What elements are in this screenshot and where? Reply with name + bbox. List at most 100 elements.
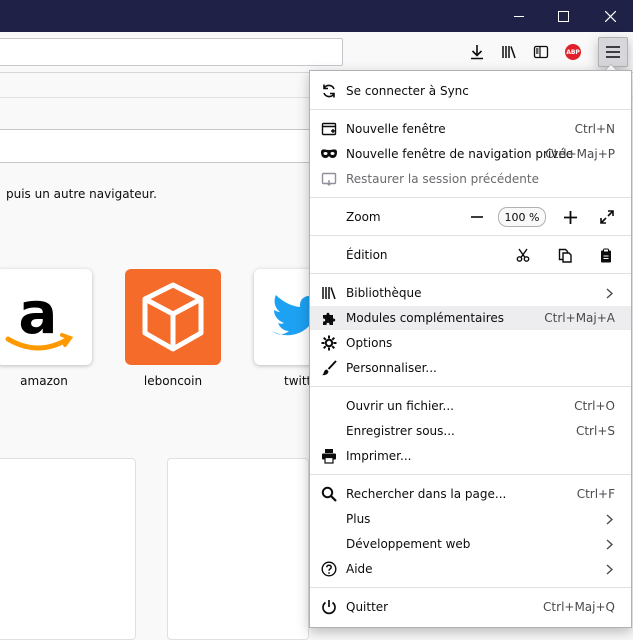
- top-site-tile-amazon[interactable]: a: [0, 269, 92, 365]
- url-bar[interactable]: [0, 38, 343, 66]
- chevron-right-icon: [602, 512, 616, 526]
- paintbrush-icon: [320, 359, 338, 377]
- menu-item-label: Options: [346, 336, 393, 350]
- import-message: puis un autre navigateur.: [6, 187, 157, 201]
- restore-session-icon: [320, 170, 338, 188]
- new-window-icon: [320, 120, 338, 138]
- menu-item-shortcut: Ctrl+N: [574, 122, 615, 136]
- maximize-icon: [557, 10, 569, 22]
- minimize-icon: [514, 15, 524, 17]
- fullscreen-icon: [600, 210, 614, 224]
- library-icon: [320, 284, 338, 302]
- menu-item-help[interactable]: Aide: [310, 557, 631, 581]
- menu-item-shortcut: Ctrl+O: [574, 399, 615, 413]
- menu-item-addons[interactable]: Modules complémentaires Ctrl+Maj+A: [310, 306, 631, 330]
- tile-label-amazon: amazon: [20, 374, 68, 388]
- menu-item-shortcut: Ctrl+Maj+Q: [543, 600, 615, 614]
- menu-item-library[interactable]: Bibliothèque: [310, 281, 631, 305]
- menu-item-shortcut: Ctrl+F: [576, 487, 615, 501]
- menu-separator: [310, 235, 631, 236]
- menu-separator: [310, 109, 631, 110]
- cut-button[interactable]: [513, 245, 533, 265]
- scissors-icon: [516, 248, 530, 262]
- menu-separator: [310, 197, 631, 198]
- maximize-button[interactable]: [540, 0, 586, 32]
- amazon-logo-icon: a: [5, 279, 74, 351]
- chevron-right-icon: [602, 286, 616, 300]
- menu-item-customize[interactable]: Personnaliser...: [310, 356, 631, 380]
- leboncoin-box-icon: [142, 282, 204, 352]
- menu-item-label: Se connecter à Sync: [346, 84, 469, 98]
- plus-icon: [563, 210, 577, 224]
- menu-item-quit[interactable]: Quitter Ctrl+Maj+Q: [310, 595, 631, 619]
- menu-separator: [310, 386, 631, 387]
- menu-item-label: Édition: [346, 248, 388, 262]
- menu-item-private-window[interactable]: Nouvelle fenêtre de navigation privée Ct…: [310, 142, 631, 166]
- menu-item-label: Zoom: [346, 210, 381, 224]
- paste-button[interactable]: [596, 245, 616, 265]
- sidebar-button[interactable]: [529, 40, 553, 64]
- adblock-button[interactable]: ABP: [561, 40, 585, 64]
- zoom-out-button[interactable]: [467, 207, 487, 227]
- menu-item-label: Restaurer la session précédente: [346, 172, 539, 186]
- downloads-button[interactable]: [465, 40, 489, 64]
- menu-item-find[interactable]: Rechercher dans la page... Ctrl+F: [310, 482, 631, 506]
- menu-item-more[interactable]: Plus: [310, 507, 631, 531]
- printer-icon: [320, 447, 338, 465]
- menu-item-label: Bibliothèque: [346, 286, 422, 300]
- menu-row-edit: Édition: [310, 243, 631, 267]
- menu-item-restore-session[interactable]: Restaurer la session précédente: [310, 167, 631, 191]
- help-icon: [320, 560, 338, 578]
- open-menu-button[interactable]: [598, 37, 628, 67]
- menu-item-save-as[interactable]: Enregistrer sous... Ctrl+S: [310, 419, 631, 443]
- menu-item-label: Personnaliser...: [346, 361, 437, 375]
- top-site-tile-leboncoin[interactable]: [125, 269, 221, 365]
- menu-item-label: Imprimer...: [346, 449, 412, 463]
- menu-item-new-window[interactable]: Nouvelle fenêtre Ctrl+N: [310, 117, 631, 141]
- minimize-button[interactable]: [496, 0, 542, 32]
- hamburger-menu-icon: [606, 46, 620, 58]
- tile-label-leboncoin: leboncoin: [143, 374, 203, 388]
- menu-item-shortcut: Ctrl+Maj+P: [545, 147, 615, 161]
- title-bar: [0, 0, 633, 32]
- menu-item-label: Enregistrer sous...: [346, 424, 455, 438]
- menu-separator: [310, 474, 631, 475]
- close-button[interactable]: [587, 0, 633, 32]
- sidebar-icon: [533, 45, 549, 59]
- menu-item-shortcut: Ctrl+S: [575, 424, 615, 438]
- menu-item-label: Modules complémentaires: [346, 311, 505, 325]
- menu-item-label: Développement web: [346, 537, 471, 551]
- menu-item-shortcut: Ctrl+Maj+A: [544, 311, 615, 325]
- menu-item-options[interactable]: Options: [310, 331, 631, 355]
- adblock-icon: ABP: [565, 44, 581, 60]
- private-mask-icon: [320, 145, 338, 163]
- menu-item-print[interactable]: Imprimer...: [310, 444, 631, 468]
- zoom-in-button[interactable]: [560, 207, 580, 227]
- menu-item-web-developer[interactable]: Développement web: [310, 532, 631, 556]
- search-icon: [320, 485, 338, 503]
- paste-icon: [601, 248, 611, 262]
- app-menu-panel: Se connecter à Sync Nouvelle fenêtre Ctr…: [309, 70, 632, 628]
- zoom-reset-button[interactable]: 100 %: [498, 207, 546, 227]
- menu-item-sync[interactable]: Se connecter à Sync: [310, 79, 631, 103]
- menu-item-label: Ouvrir un fichier...: [346, 399, 454, 413]
- library-button[interactable]: [497, 40, 521, 64]
- highlight-card[interactable]: [167, 458, 309, 640]
- page-search-box[interactable]: [0, 129, 317, 163]
- highlight-card[interactable]: [0, 458, 136, 640]
- chevron-right-icon: [602, 562, 616, 576]
- download-icon: [471, 45, 483, 60]
- menu-item-open-file[interactable]: Ouvrir un fichier... Ctrl+O: [310, 394, 631, 418]
- menu-item-label: Quitter: [346, 600, 389, 614]
- menu-item-label: Nouvelle fenêtre: [346, 122, 446, 136]
- menu-row-zoom: Zoom 100 %: [310, 205, 631, 229]
- nav-toolbar: ABP: [0, 32, 633, 73]
- copy-button[interactable]: [555, 245, 575, 265]
- menu-separator: [310, 587, 631, 588]
- menu-item-label: Plus: [346, 512, 371, 526]
- menu-separator: [310, 273, 631, 274]
- copy-icon: [558, 248, 572, 263]
- puzzle-piece-icon: [320, 309, 338, 327]
- library-icon: [502, 46, 516, 59]
- fullscreen-button[interactable]: [597, 207, 617, 227]
